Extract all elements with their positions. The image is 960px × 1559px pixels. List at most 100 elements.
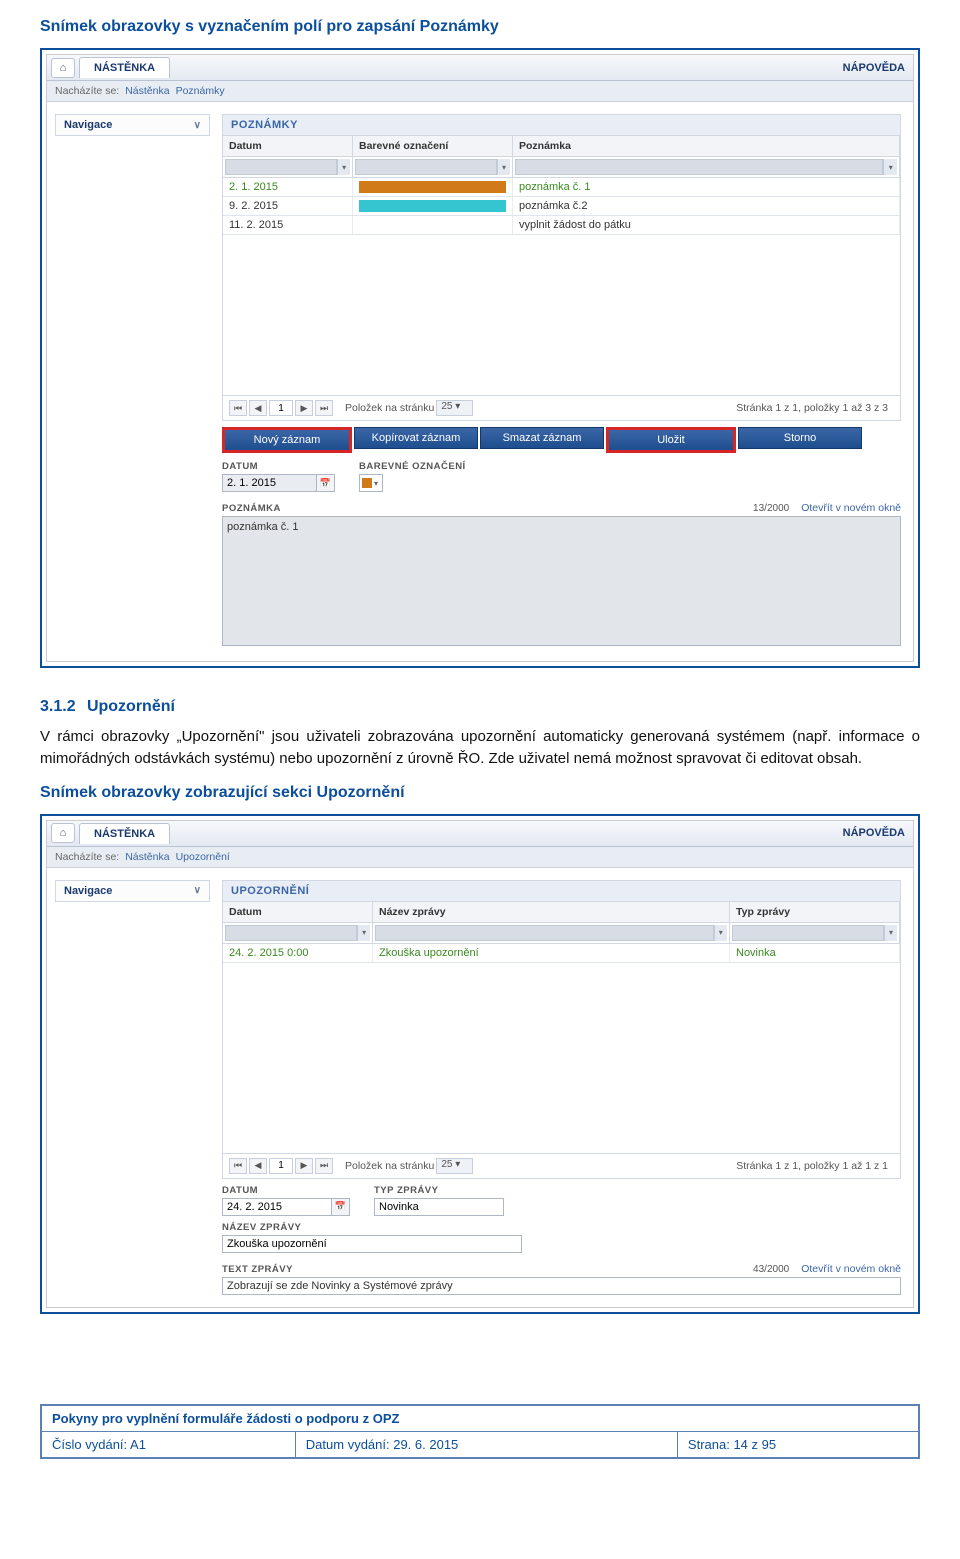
footer-page: Strana: 14 z 95 [677,1431,919,1458]
footer-issue: Číslo vydání: A1 [41,1431,295,1458]
cell-name: Zkouška upozornění [373,944,730,962]
cell-color [353,178,513,196]
tab-nastenka[interactable]: NÁSTĚNKA [79,823,170,844]
filter-typ[interactable] [732,925,884,941]
page-prev-button[interactable]: ◀ [249,1158,267,1174]
chevron-down-icon: ∨ [194,885,201,896]
open-in-new-window-link[interactable]: Otevřít v novém okně [801,502,901,514]
cell-color [353,216,513,234]
breadcrumb-item[interactable]: Poznámky [176,85,225,97]
open-in-new-window-link[interactable]: Otevřít v novém okně [801,1263,901,1275]
label-datum: DATUM [222,461,335,472]
filter-toggle-icon[interactable]: ▾ [883,159,897,175]
page-input[interactable] [269,400,293,416]
home-icon[interactable]: ⌂ [51,58,75,78]
table-row[interactable]: 9. 2. 2015 poznámka č.2 [223,197,900,216]
section-title: Upozornění [87,698,175,715]
filter-toggle-icon[interactable]: ▾ [357,925,370,941]
nav-card[interactable]: Navigace ∨ [55,880,210,902]
footer-title: Pokyny pro vyplnění formuláře žádosti o … [41,1405,919,1432]
nav-card[interactable]: Navigace ∨ [55,114,210,136]
page-first-button[interactable]: ⏮ [229,400,247,416]
page-next-button[interactable]: ▶ [295,1158,313,1174]
chevron-down-icon: ∨ [194,120,201,131]
col-header-poznamka[interactable]: Poznámka [513,136,900,156]
cell-note: poznámka č. 1 [513,178,900,196]
caption-1: Snímek obrazovky s vyznačením polí pro z… [40,18,920,36]
cell-color [353,197,513,215]
filter-toggle-icon[interactable]: ▾ [337,159,350,175]
cell-date: 11. 2. 2015 [223,216,353,234]
col-header-barva[interactable]: Barevné označení [353,136,513,156]
filter-toggle-icon[interactable]: ▾ [497,159,510,175]
page-size-select[interactable]: 25 ▾ [436,400,473,416]
cancel-button[interactable]: Storno [738,427,862,449]
color-swatch-orange [362,478,372,488]
tab-nastenka[interactable]: NÁSTĚNKA [79,57,170,78]
label-color: BAREVNÉ OZNAČENÍ [359,461,466,472]
new-record-button[interactable]: Nový záznam [225,430,349,450]
label-text: TEXT ZPRÁVY [222,1264,293,1275]
filter-barva[interactable] [355,159,497,175]
label-poznamka: POZNÁMKA [222,503,281,514]
date-field [222,1198,332,1216]
note-textarea[interactable]: poznámka č. 1 [222,516,901,646]
grid-empty-area [223,235,900,395]
table-row[interactable]: 24. 2. 2015 0:00 Zkouška upozornění Novi… [223,944,900,963]
footer-date: Datum vydání: 29. 6. 2015 [295,1431,677,1458]
page-size-label: Položek na stránku [345,1160,434,1172]
col-header-datum[interactable]: Datum [223,902,373,922]
page-next-button[interactable]: ▶ [295,400,313,416]
label-typ: TYP ZPRÁVY [374,1185,504,1196]
highlight-new: Nový záznam [222,427,352,453]
cell-note: poznámka č.2 [513,197,900,215]
nav-label: Navigace [64,885,112,897]
page-size-select[interactable]: 25 ▾ [436,1158,473,1174]
breadcrumb-item[interactable]: Nástěnka [125,85,169,97]
calendar-icon[interactable]: 📅 [317,474,335,492]
filter-datum[interactable] [225,159,337,175]
table-row[interactable]: 11. 2. 2015 vyplnit žádost do pátku [223,216,900,235]
nav-label: Navigace [64,119,112,131]
color-select[interactable]: ▾ [359,474,383,492]
filter-poznamka[interactable] [515,159,883,175]
col-header-typ[interactable]: Typ zprávy [730,902,900,922]
help-link[interactable]: NÁPOVĚDA [843,62,905,74]
grid-empty-area [223,963,900,1153]
page-prev-button[interactable]: ◀ [249,400,267,416]
section-number: 3.1.2 [40,698,76,715]
page-last-button[interactable]: ⏭ [315,400,333,416]
filter-toggle-icon[interactable]: ▾ [714,925,728,941]
cell-type: Novinka [730,944,900,962]
col-header-nazev[interactable]: Název zprávy [373,902,730,922]
filter-toggle-icon[interactable]: ▾ [884,925,897,941]
save-button[interactable]: Uložit [609,430,733,450]
pager-info: Stránka 1 z 1, položky 1 až 1 z 1 [736,1160,888,1172]
panel-title: UPOZORNĚNÍ [222,880,901,902]
breadcrumb-item[interactable]: Upozornění [176,851,230,863]
delete-record-button[interactable]: Smazat záznam [480,427,604,449]
copy-record-button[interactable]: Kopírovat záznam [354,427,478,449]
caption-2: Snímek obrazovky zobrazující sekci Upozo… [40,784,920,802]
color-swatch-cyan [359,200,506,212]
date-field[interactable] [222,474,317,492]
breadcrumb: Nacházíte se: Nástěnka Upozornění [47,847,913,868]
calendar-icon: 📅 [332,1198,350,1216]
breadcrumb-item[interactable]: Nástěnka [125,851,169,863]
col-header-datum[interactable]: Datum [223,136,353,156]
page-last-button[interactable]: ⏭ [315,1158,333,1174]
cell-note: vyplnit žádost do pátku [513,216,900,234]
cell-date: 9. 2. 2015 [223,197,353,215]
page-input[interactable] [269,1158,293,1174]
breadcrumb-label: Nacházíte se: [55,851,119,863]
filter-datum[interactable] [225,925,357,941]
help-link[interactable]: NÁPOVĚDA [843,827,905,839]
label-datum: DATUM [222,1185,350,1196]
highlight-save: Uložit [606,427,736,453]
home-icon[interactable]: ⌂ [51,823,75,843]
breadcrumb: Nacházíte se: Nástěnka Poznámky [47,81,913,102]
page-first-button[interactable]: ⏮ [229,1158,247,1174]
filter-nazev[interactable] [375,925,714,941]
table-row[interactable]: 2. 1. 2015 poznámka č. 1 [223,178,900,197]
screenshot-upozorneni: ⌂ NÁSTĚNKA NÁPOVĚDA Nacházíte se: Nástěn… [40,814,920,1314]
